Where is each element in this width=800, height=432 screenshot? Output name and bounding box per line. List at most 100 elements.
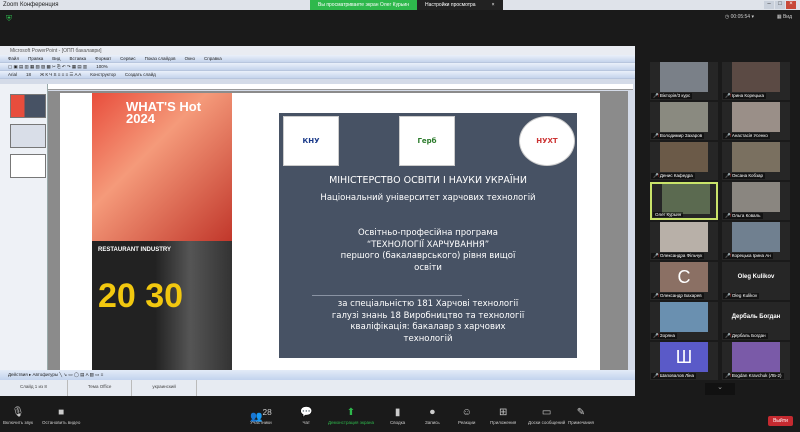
- slide[interactable]: WHAT'S Hot 2024 RESTAURANT INDUSTRY 20 3…: [60, 93, 600, 373]
- participant-tile[interactable]: Ш 🎤̸ Шаповалов Ліна: [650, 342, 718, 380]
- participant-tile[interactable]: 🎤̸ Bogdan Kravchuk (ЛБ-2): [722, 342, 790, 380]
- participant-video: [660, 302, 708, 332]
- theme-name: Тема Office: [68, 380, 133, 396]
- font-select[interactable]: Arial: [8, 72, 17, 77]
- share-banner: Вы просматриваете экран Олег Курьин Наст…: [310, 0, 503, 10]
- participant-tile[interactable]: Олег Курьин: [650, 182, 718, 220]
- view-options-button[interactable]: Настройки просмотра: [416, 0, 484, 10]
- close-button[interactable]: ×: [786, 1, 796, 9]
- menu-slideshow[interactable]: Показ слайдов: [145, 56, 176, 61]
- slide-thumbnail[interactable]: [10, 154, 46, 178]
- menu-help[interactable]: Справка: [204, 56, 222, 61]
- participant-name-text: Володимир Захаров: [659, 133, 703, 138]
- participant-tile[interactable]: 🎤̸ Володимир Захаров: [650, 102, 718, 140]
- participant-name-text: Ірина Корецька: [731, 93, 764, 98]
- slide-editor: WHAT'S Hot 2024 RESTAURANT INDUSTRY 20 3…: [48, 91, 628, 373]
- menu-tools[interactable]: Сервис: [120, 56, 135, 61]
- control-1[interactable]: ■ Остановить видео: [42, 407, 80, 425]
- participant-name-text: Oleg Kulikov: [731, 293, 758, 298]
- control-label: Запись: [425, 420, 440, 425]
- menu-window[interactable]: Окно: [185, 56, 195, 61]
- menu-insert[interactable]: Вставка: [69, 56, 86, 61]
- control-10[interactable]: ✎ Примечания: [568, 407, 594, 425]
- participant-tile[interactable]: 🎤̸ Корецька Ірина Ан: [722, 222, 790, 260]
- security-shield-icon[interactable]: ⛨: [6, 14, 12, 24]
- participant-name: 🎤̸ Олександра Фільчук: [651, 253, 705, 259]
- meeting-timer[interactable]: ◷ 00:05:54 ▾: [725, 14, 754, 20]
- muted-mic-icon: 🎤̸: [653, 373, 660, 378]
- autoshapes-menu[interactable]: Автофигуры: [32, 372, 58, 377]
- participant-name: 🎤̸ Bogdan Kravchuk (ЛБ-2): [723, 373, 784, 379]
- control-9[interactable]: ▭ Доски сообщений: [528, 407, 565, 425]
- menu-view[interactable]: Вид: [52, 56, 60, 61]
- specialty-line: галузі знань 18 Виробництво та технологі…: [331, 310, 525, 321]
- participant-tile[interactable]: 🎤̸ Ірина Корецька: [722, 62, 790, 100]
- participant-video: [660, 142, 708, 172]
- ministry-heading: МІНІСТЕРСТВО ОСВІТИ І НАУКИ УКРАЇНИ: [329, 175, 527, 186]
- participant-name: 🎤̸ Оксана Кобзар: [723, 173, 766, 179]
- title-box: КНУ Герб НУХТ МІНІСТЕРСТВО ОСВІТИ І НАУК…: [279, 113, 577, 358]
- participant-tile[interactable]: 🎤̸ Оксана Кобзар: [722, 142, 790, 180]
- participant-video: [732, 142, 780, 172]
- participant-tile[interactable]: С 🎤̸ Олександр Бахарев: [650, 262, 718, 300]
- timer-text: 00:05:54: [730, 14, 751, 20]
- poster-number: 20 30: [98, 277, 184, 315]
- chevron-down-icon[interactable]: ⌄: [705, 383, 735, 395]
- toolbar-icons[interactable]: ▢ ▣ ▤ ▥ ▦ ▧ ▨ ▩ ✂ ⎘ ↶ ↷ ▦ ▤ ▥: [8, 64, 87, 70]
- muted-mic-icon: 🎤̸: [725, 173, 732, 178]
- slide-thumbnail[interactable]: [10, 124, 46, 148]
- participant-tile[interactable]: Дербаль Богдан 🎤̸ Дербаль Богдан: [722, 302, 790, 340]
- participant-tile[interactable]: 🎤̸ Ольга Коваль: [722, 182, 790, 220]
- participant-video: [732, 222, 780, 252]
- menu-file[interactable]: Файл: [8, 56, 19, 61]
- program-line: “ТЕХНОЛОГІЇ ХАРЧУВАННЯ”: [366, 239, 490, 250]
- control-label: Демонстрация экрана: [328, 420, 374, 425]
- format-toolbar: Arial 18 Ж К Ч S ≡ ≡ ≡ ☰ A A Конструктор…: [0, 71, 635, 79]
- font-size-select[interactable]: 18: [26, 72, 31, 77]
- view-button[interactable]: ▦ Вид: [777, 14, 792, 20]
- participant-name-large: Дербаль Богдан: [731, 314, 781, 320]
- participant-tile[interactable]: 🎤̸ Вікторія/3 курс: [650, 62, 718, 100]
- slide-thumbnail[interactable]: [10, 94, 46, 118]
- participant-name-text: Bogdan Kravchuk (ЛБ-2): [731, 373, 782, 378]
- participant-name: 🎤̸ Зоряна: [651, 333, 677, 339]
- control-7[interactable]: ☺ Реакции: [458, 407, 475, 425]
- actions-menu[interactable]: Действия: [8, 372, 28, 377]
- participant-tile[interactable]: 🎤̸ Анастасія Усенко: [722, 102, 790, 140]
- ppt-menu: Файл Правка Вид Вставка Формат Сервис По…: [0, 55, 635, 63]
- control-6[interactable]: ⏺ Запись: [425, 407, 440, 425]
- participant-name: 🎤̸ Дербаль Богдан: [723, 333, 768, 339]
- design-button[interactable]: Конструктор: [90, 72, 116, 77]
- participant-tile[interactable]: 🎤̸ Зоряна: [650, 302, 718, 340]
- program-line: освіти: [414, 262, 442, 273]
- menu-format[interactable]: Формат: [95, 56, 111, 61]
- standard-toolbar: ▢ ▣ ▤ ▥ ▦ ▧ ▨ ▩ ✂ ⎘ ↶ ↷ ▦ ▤ ▥ 100%: [0, 63, 635, 71]
- participant-tile[interactable]: Oleg Kulikov 🎤̸ Oleg Kulikov: [722, 262, 790, 300]
- control-0[interactable]: 🎙 Включить звук: [3, 407, 33, 425]
- zoom-select[interactable]: 100%: [96, 64, 108, 69]
- chat-icon: 💬: [300, 407, 313, 418]
- control-3[interactable]: 💬 Чат: [300, 407, 312, 425]
- muted-mic-icon: 🎤̸: [653, 333, 660, 338]
- participant-video: [732, 182, 780, 212]
- whats-hot-poster: WHAT'S Hot 2024: [92, 93, 232, 241]
- minimize-button[interactable]: –: [764, 1, 774, 9]
- participant-tile[interactable]: 🎤̸ Денис Кафедра: [650, 142, 718, 180]
- control-2[interactable]: 👥28 Участники: [250, 407, 272, 425]
- control-5[interactable]: ▮ Сводка: [390, 407, 405, 425]
- control-label: Примечания: [568, 420, 594, 425]
- format-icons[interactable]: Ж К Ч S ≡ ≡ ≡ ☰ A A: [40, 72, 81, 78]
- participant-name: 🎤̸ Вікторія/3 курс: [651, 93, 693, 99]
- specialty-block: за спеціальністю 181 Харчові технології …: [279, 299, 577, 345]
- maximize-button[interactable]: □: [775, 1, 785, 9]
- status-bar: Слайд 1 из 8 Тема Office украинский: [0, 380, 635, 396]
- control-8[interactable]: ⊞ Приложения: [490, 407, 516, 425]
- muted-mic-icon: 🎤̸: [725, 373, 732, 378]
- participant-tile[interactable]: 🎤̸ Олександра Фільчук: [650, 222, 718, 260]
- new-slide-button[interactable]: Создать слайд: [125, 72, 156, 77]
- program-block: Освітньо-професійна програма “ТЕХНОЛОГІЇ…: [279, 228, 577, 274]
- close-icon[interactable]: ×: [483, 0, 503, 10]
- leave-button[interactable]: Выйти: [768, 416, 793, 426]
- menu-edit[interactable]: Правка: [28, 56, 43, 61]
- control-4[interactable]: ⬆ Демонстрация экрана: [328, 407, 374, 425]
